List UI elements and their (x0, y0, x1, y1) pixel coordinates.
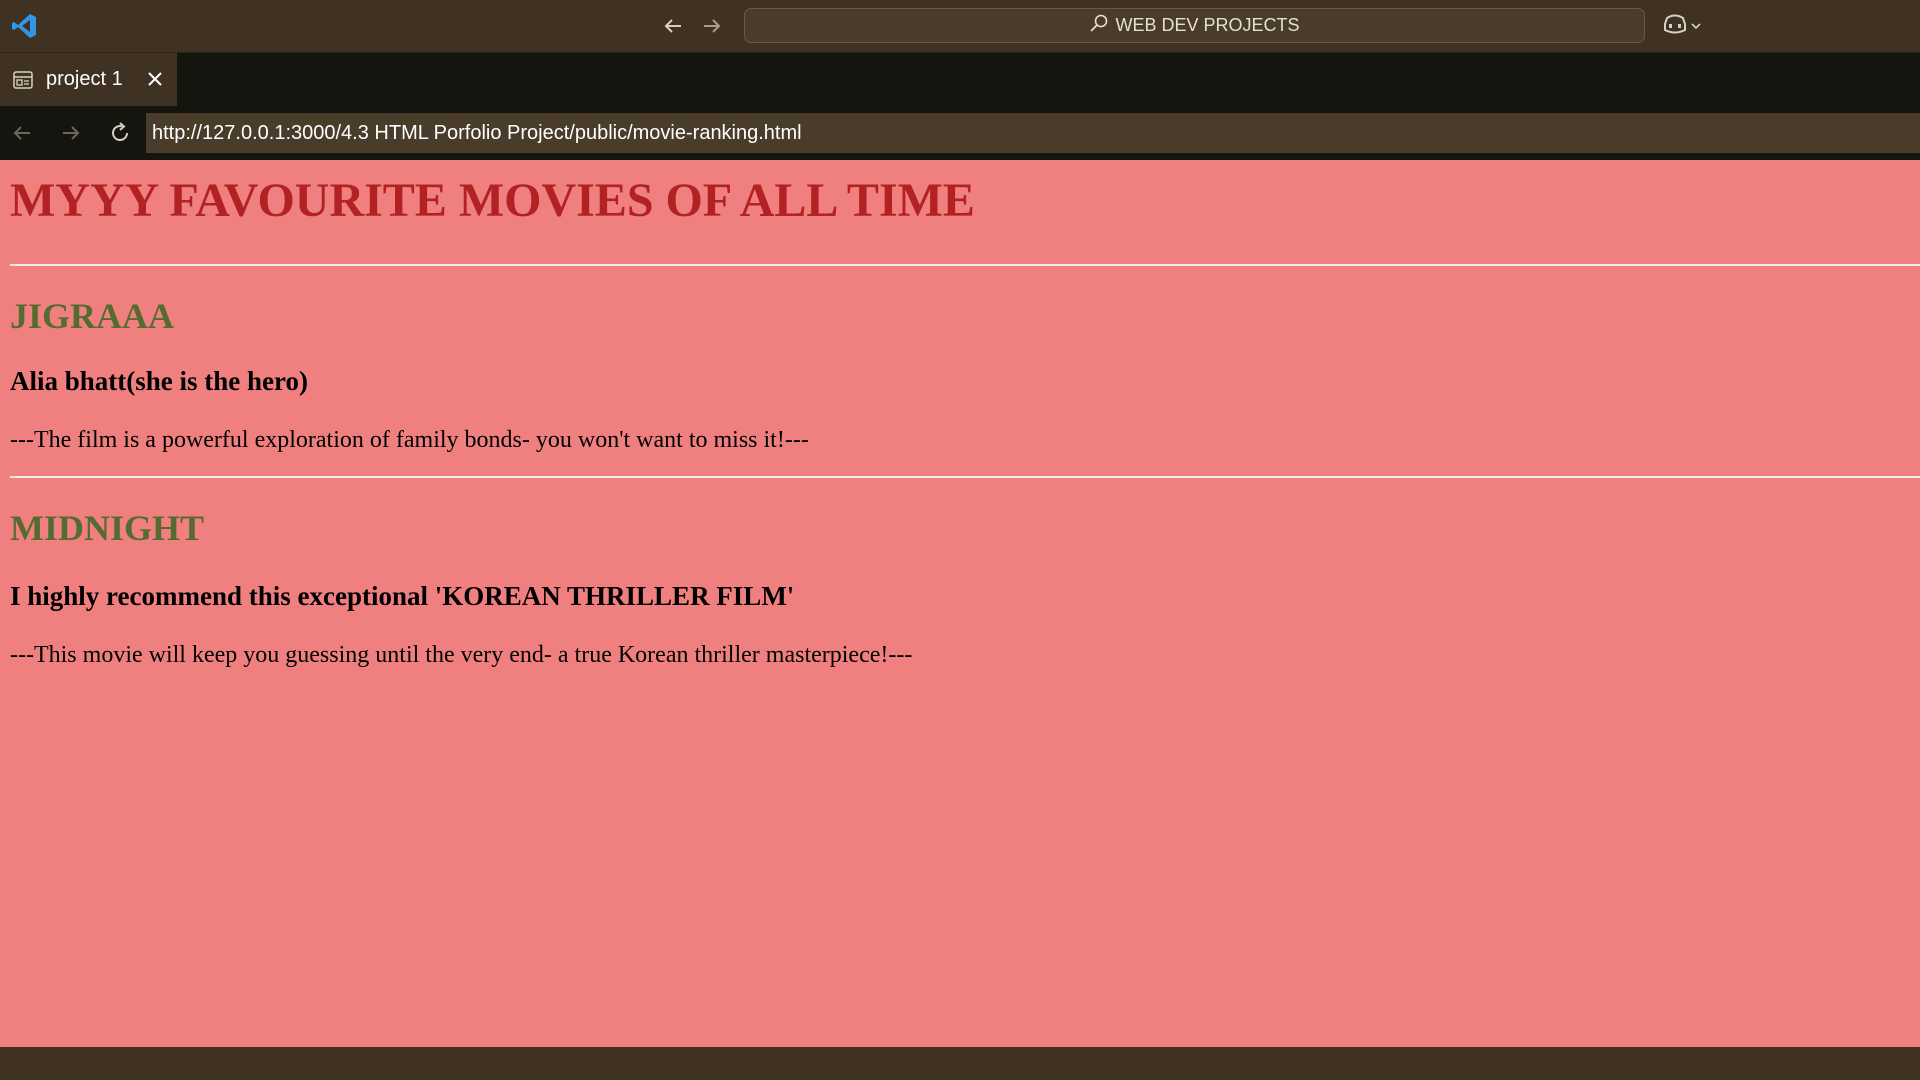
divider (10, 476, 1920, 479)
chevron-down-icon (1690, 17, 1702, 36)
copilot-icon (1662, 12, 1688, 40)
reload-icon[interactable] (106, 119, 134, 147)
web-page-content: MYYY FAVOURITE MOVIES OF ALL TIME JIGRAA… (0, 160, 1920, 1047)
tab-label: project 1 (46, 68, 123, 90)
movie-title-midnight: MIDNIGHT (10, 508, 205, 549)
status-bar (0, 1047, 1920, 1080)
movie-subtitle: Alia bhatt(she is the hero) (10, 365, 309, 396)
search-icon (1089, 13, 1109, 38)
command-center-search[interactable]: WEB DEV PROJECTS (744, 8, 1645, 43)
copilot-menu-button[interactable] (1662, 12, 1702, 40)
search-label: WEB DEV PROJECTS (1115, 15, 1300, 35)
title-bar: WEB DEV PROJECTS (0, 0, 1920, 53)
movie-description: ---This movie will keep you guessing unt… (10, 641, 913, 668)
movie-description: ---The film is a powerful exploration of… (10, 426, 809, 453)
close-icon[interactable] (143, 67, 167, 91)
forward-arrow-icon[interactable] (698, 12, 726, 40)
browser-address-bar (0, 106, 1920, 160)
movie-subtitle: I highly recommend this exceptional 'KOR… (10, 580, 795, 611)
browser-back-icon[interactable] (8, 119, 36, 147)
page-title: MYYY FAVOURITE MOVIES OF ALL TIME (10, 174, 975, 227)
movie-title-jigraaa: JIGRAAA (10, 296, 175, 337)
back-arrow-icon[interactable] (659, 12, 687, 40)
divider (10, 264, 1920, 267)
url-input[interactable] (146, 113, 1920, 153)
preview-icon (12, 69, 34, 91)
vscode-logo-icon[interactable] (10, 12, 38, 40)
tab-project-1[interactable]: project 1 (0, 53, 177, 106)
editor-tab-bar: project 1 (0, 53, 1920, 106)
browser-forward-icon[interactable] (57, 119, 85, 147)
